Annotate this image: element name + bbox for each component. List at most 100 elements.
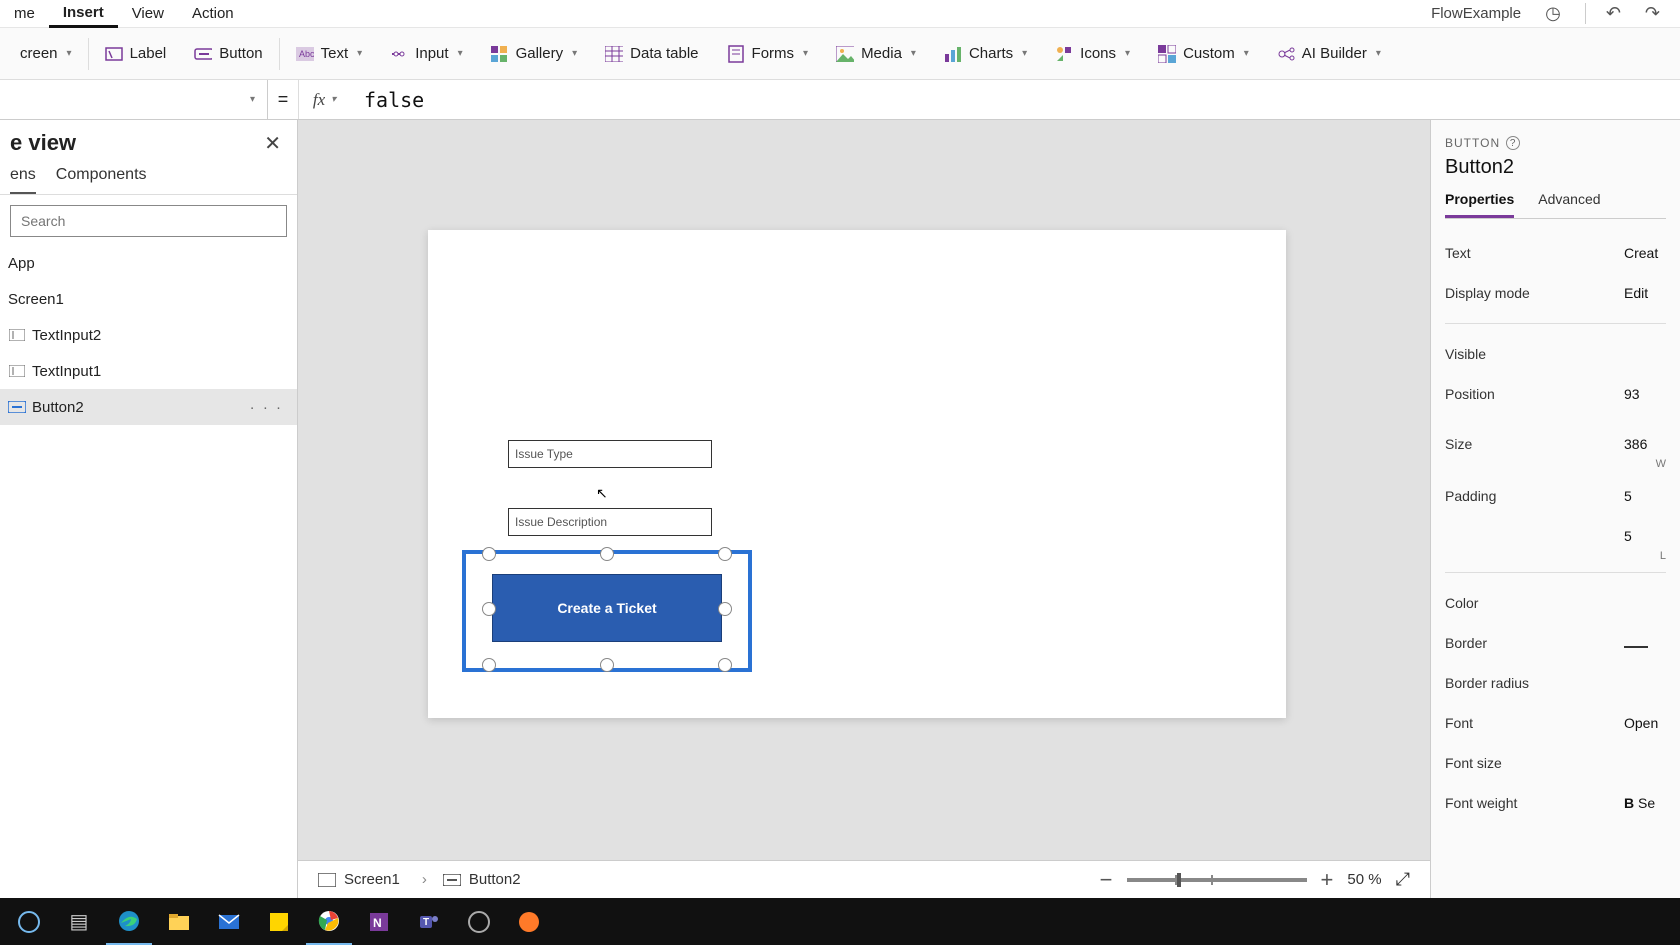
chevron-down-icon: ▾ bbox=[357, 48, 362, 59]
prop-fontweight-value[interactable]: B Se bbox=[1624, 795, 1666, 811]
prop-size-value[interactable]: 386 bbox=[1624, 436, 1666, 452]
zoom-value: 50 % bbox=[1347, 871, 1381, 888]
menu-insert[interactable]: Insert bbox=[49, 0, 118, 28]
property-dropdown[interactable]: ▾ bbox=[0, 80, 268, 120]
prop-text-label: Text bbox=[1445, 245, 1624, 261]
text-button[interactable]: AbcText▾ bbox=[282, 28, 377, 80]
tree-item-screen1[interactable]: Screen1 bbox=[0, 281, 297, 317]
obs-icon[interactable] bbox=[456, 898, 502, 945]
help-icon[interactable]: ? bbox=[1506, 136, 1520, 150]
gallery-button[interactable]: Gallery▾ bbox=[477, 28, 592, 80]
edge-icon[interactable] bbox=[106, 898, 152, 945]
fullscreen-icon[interactable]: ⤢ bbox=[1396, 869, 1410, 890]
start-button[interactable] bbox=[6, 898, 52, 945]
resize-handle[interactable] bbox=[482, 658, 496, 672]
resize-handle[interactable] bbox=[600, 547, 614, 561]
more-icon[interactable]: · · · bbox=[250, 399, 283, 416]
zoom-slider[interactable] bbox=[1127, 878, 1307, 882]
tree-item-textinput1[interactable]: TextInput1 bbox=[0, 353, 297, 389]
prop-font-value[interactable]: Open bbox=[1624, 715, 1666, 731]
sticky-notes-icon[interactable] bbox=[256, 898, 302, 945]
breadcrumb-screen[interactable]: Screen1 bbox=[318, 871, 400, 888]
resize-handle[interactable] bbox=[718, 602, 732, 616]
properties-panel: BUTTON? Button2 Properties Advanced Text… bbox=[1430, 120, 1680, 898]
text-icon: Abc bbox=[296, 45, 314, 63]
insert-ribbon: creen▾ Label Button AbcText▾ Input▾ Gall… bbox=[0, 28, 1680, 80]
datatable-icon bbox=[605, 45, 623, 63]
teams-icon[interactable]: T bbox=[406, 898, 452, 945]
fx-button[interactable]: fx▾ bbox=[298, 80, 350, 119]
canvas-textinput2[interactable]: Issue Type bbox=[508, 440, 712, 468]
undo-icon[interactable]: ↶ bbox=[1585, 3, 1621, 24]
prop-size-label: Size bbox=[1445, 436, 1624, 452]
control-type-label: BUTTON bbox=[1445, 136, 1500, 150]
custom-icon bbox=[1158, 45, 1176, 63]
prop-position-label: Position bbox=[1445, 386, 1624, 402]
file-explorer-icon[interactable] bbox=[156, 898, 202, 945]
custom-button[interactable]: Custom▾ bbox=[1144, 28, 1263, 80]
prop-padding-top[interactable]: 5 bbox=[1624, 488, 1666, 504]
zoom-out-button[interactable]: − bbox=[1100, 867, 1113, 893]
prop-position-value[interactable]: 93 bbox=[1624, 386, 1666, 402]
prop-padding-sub: L bbox=[1445, 550, 1666, 562]
task-view-icon[interactable]: ▤ bbox=[56, 898, 102, 945]
breadcrumb-control[interactable]: Button2 bbox=[443, 871, 521, 888]
prop-displaymode-value[interactable]: Edit bbox=[1624, 285, 1666, 301]
onenote-icon[interactable]: N bbox=[356, 898, 402, 945]
chevron-down-icon: ▾ bbox=[67, 48, 72, 59]
chevron-down-icon: ▾ bbox=[458, 48, 463, 59]
textinput-icon bbox=[8, 365, 26, 377]
button-icon bbox=[8, 401, 26, 413]
tree-title: e view bbox=[10, 130, 76, 156]
prop-visible-label: Visible bbox=[1445, 346, 1666, 362]
cursor-icon: ↖ bbox=[596, 485, 608, 502]
tree-item-app[interactable]: App bbox=[0, 245, 297, 281]
mail-icon[interactable] bbox=[206, 898, 252, 945]
tree-search-input[interactable] bbox=[10, 205, 287, 237]
prop-padding-left[interactable]: 5 bbox=[1624, 528, 1666, 544]
formula-bar: ▾ = fx▾ false bbox=[0, 80, 1680, 120]
input-button[interactable]: Input▾ bbox=[376, 28, 476, 80]
zoom-in-button[interactable]: + bbox=[1321, 867, 1334, 893]
datatable-button[interactable]: Data table bbox=[591, 28, 712, 80]
prop-text-value[interactable]: Creat bbox=[1624, 245, 1666, 261]
icons-button[interactable]: Icons▾ bbox=[1041, 28, 1144, 80]
media-button[interactable]: Media▾ bbox=[822, 28, 930, 80]
canvas-screen1[interactable]: Issue Type Issue Description ↖ Create a … bbox=[428, 230, 1286, 718]
resize-handle[interactable] bbox=[718, 547, 732, 561]
prop-border-value[interactable] bbox=[1624, 635, 1666, 651]
menu-home[interactable]: me bbox=[0, 0, 49, 28]
tab-properties[interactable]: Properties bbox=[1445, 191, 1514, 218]
tab-advanced[interactable]: Advanced bbox=[1538, 191, 1600, 218]
label-button[interactable]: Label bbox=[91, 28, 181, 80]
tab-screens[interactable]: ens bbox=[10, 166, 36, 194]
resize-handle[interactable] bbox=[482, 547, 496, 561]
menu-action[interactable]: Action bbox=[178, 0, 248, 28]
chevron-down-icon: ▾ bbox=[1244, 48, 1249, 59]
aibuilder-button[interactable]: AI Builder▾ bbox=[1263, 28, 1395, 80]
resize-handle[interactable] bbox=[482, 602, 496, 616]
redo-icon[interactable]: ↷ bbox=[1645, 3, 1660, 24]
tree-item-button2[interactable]: Button2· · · bbox=[0, 389, 297, 425]
resize-handle[interactable] bbox=[600, 658, 614, 672]
close-icon[interactable]: ✕ bbox=[264, 131, 281, 156]
formula-input[interactable]: false bbox=[350, 88, 1680, 112]
selection-box[interactable]: Create a Ticket bbox=[462, 550, 752, 672]
environment-icon[interactable]: ◷ bbox=[1545, 3, 1561, 24]
charts-button[interactable]: Charts▾ bbox=[930, 28, 1041, 80]
chevron-right-icon: › bbox=[422, 871, 427, 888]
tree-item-textinput2[interactable]: TextInput2 bbox=[0, 317, 297, 353]
screen-icon bbox=[318, 873, 336, 887]
forms-button[interactable]: Forms▾ bbox=[713, 28, 823, 80]
new-screen-button[interactable]: creen▾ bbox=[6, 28, 86, 80]
chrome-icon[interactable] bbox=[306, 898, 352, 945]
tab-components[interactable]: Components bbox=[56, 166, 147, 194]
canvas-textinput1[interactable]: Issue Description bbox=[508, 508, 712, 536]
button-button[interactable]: Button bbox=[180, 28, 276, 80]
app-orange-icon[interactable] bbox=[506, 898, 552, 945]
canvas-button2[interactable]: Create a Ticket bbox=[492, 574, 722, 642]
media-icon bbox=[836, 45, 854, 63]
resize-handle[interactable] bbox=[718, 658, 732, 672]
canvas-area[interactable]: Issue Type Issue Description ↖ Create a … bbox=[298, 120, 1430, 898]
menu-view[interactable]: View bbox=[118, 0, 178, 28]
